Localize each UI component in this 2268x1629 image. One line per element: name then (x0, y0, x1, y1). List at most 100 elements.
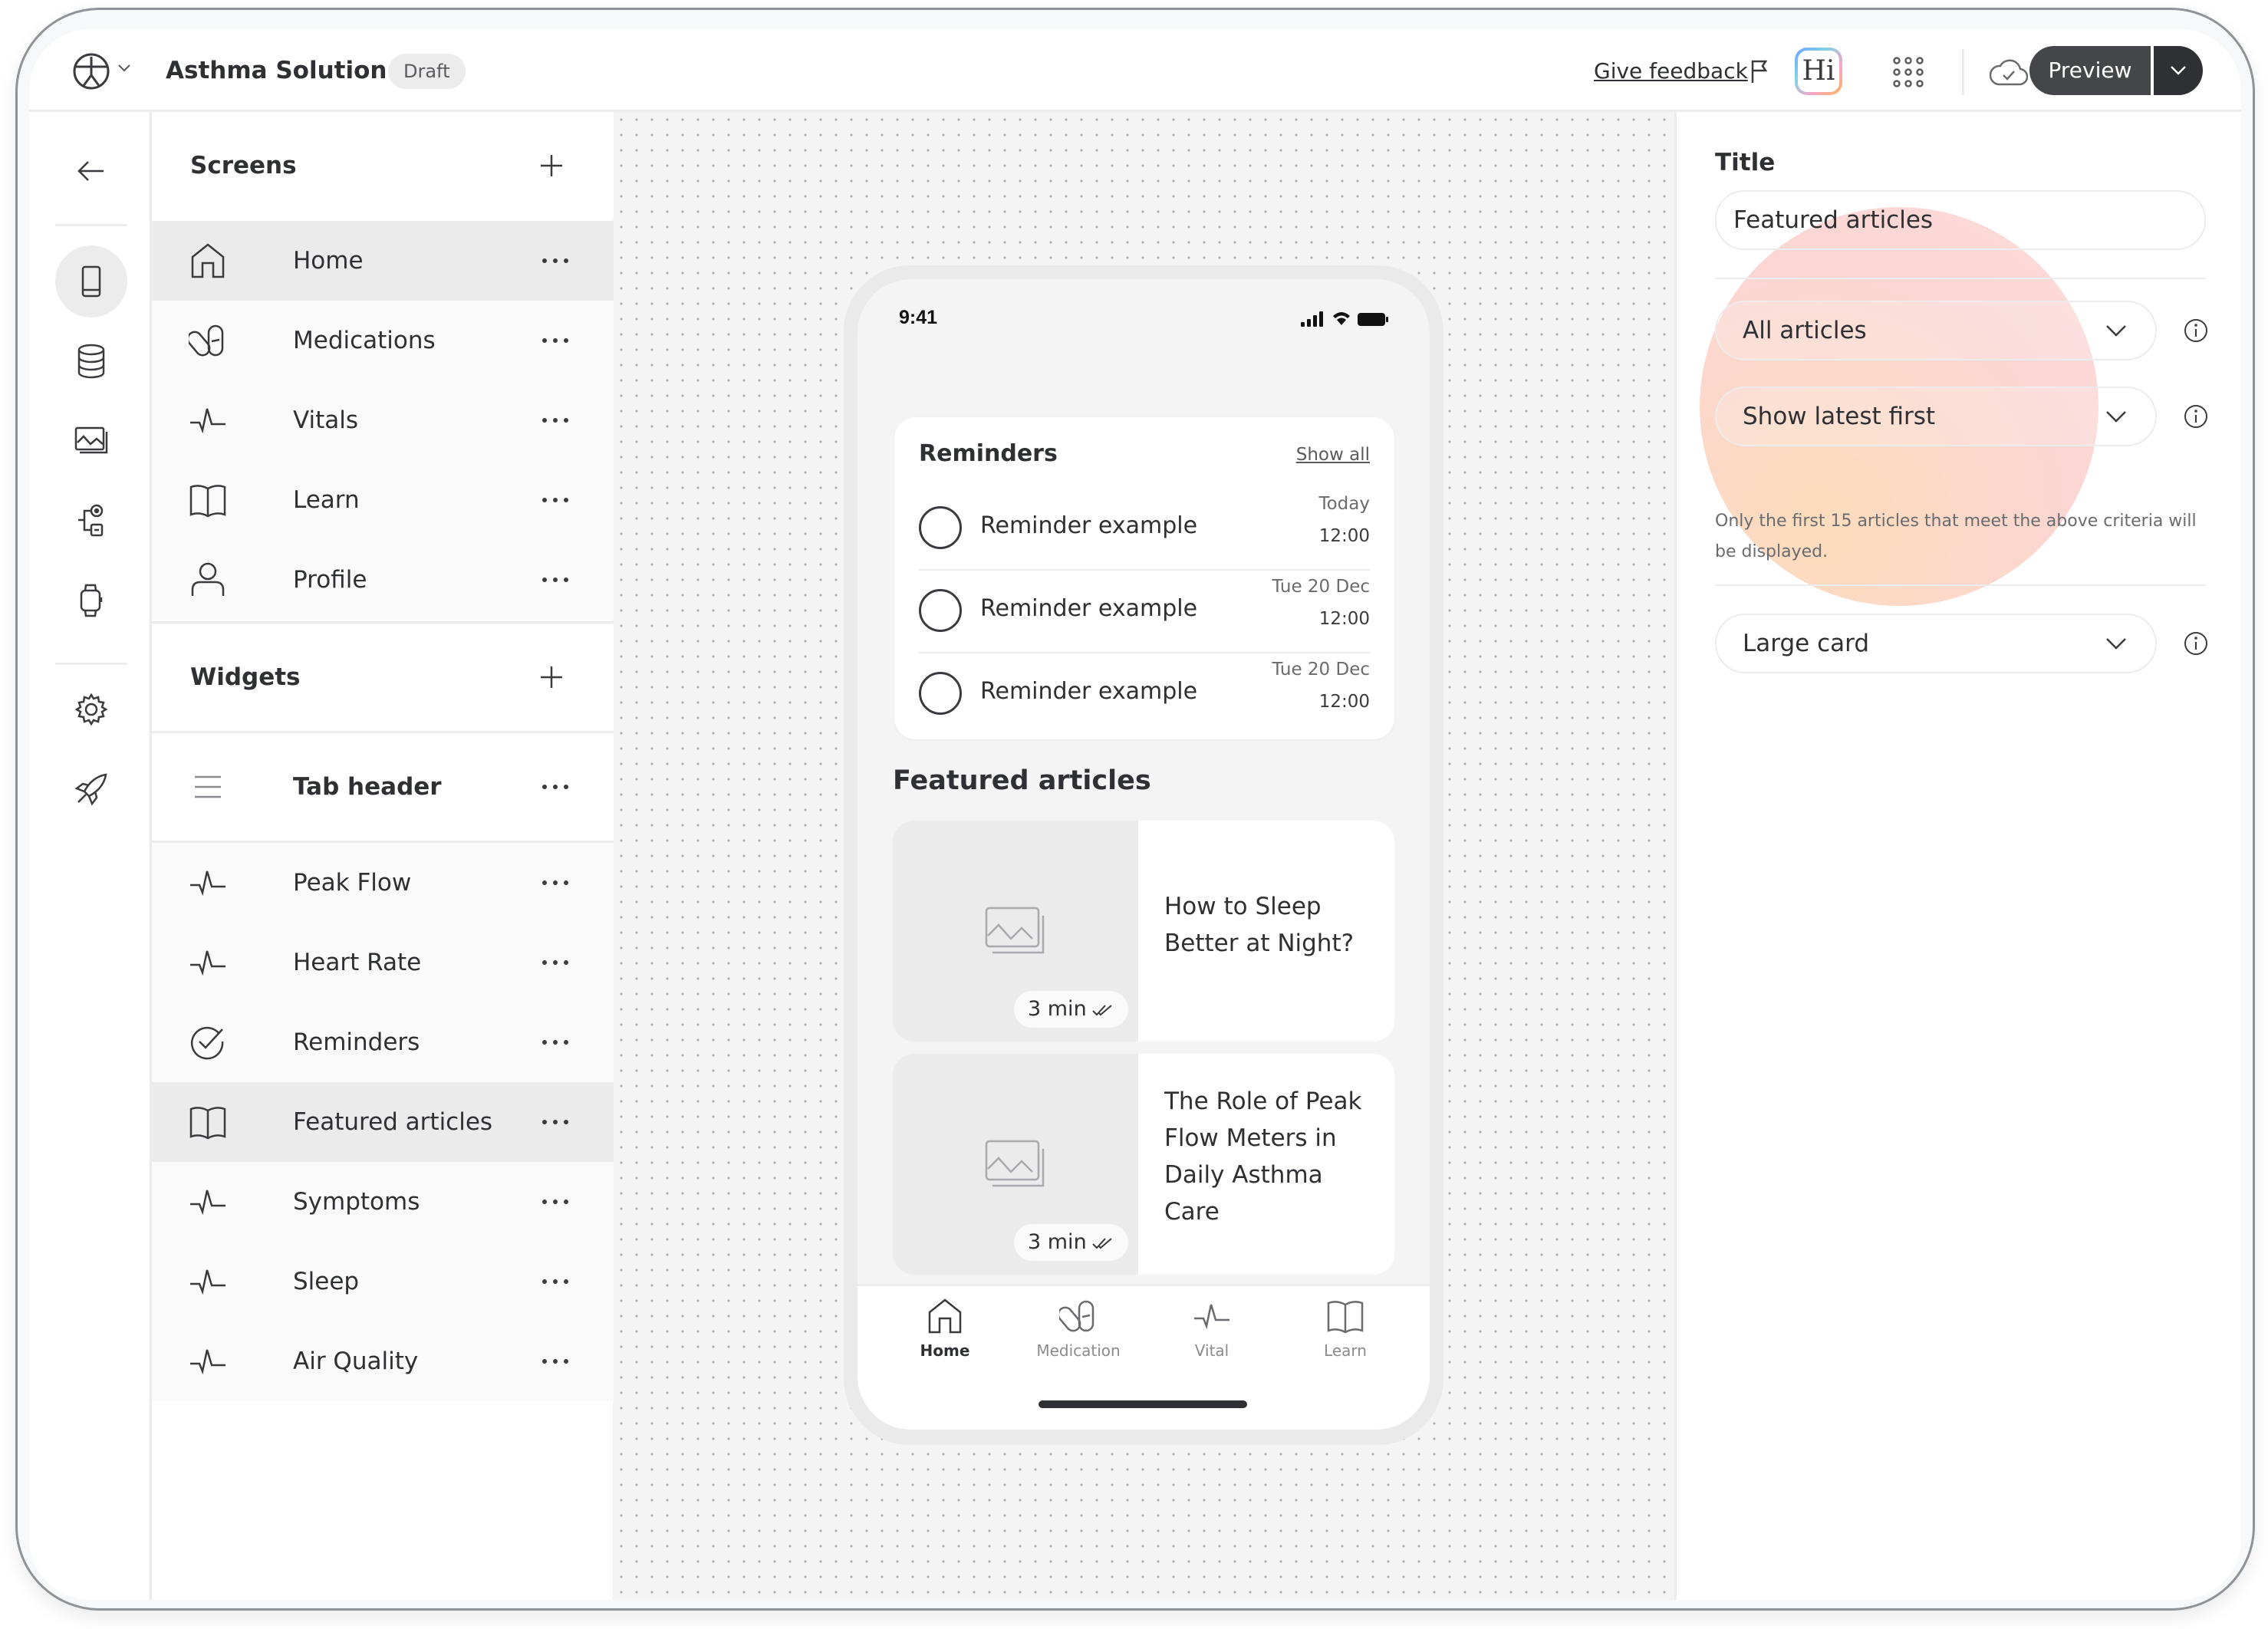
show-all-link[interactable]: Show all (1296, 445, 1370, 465)
rail-settings-button[interactable] (55, 673, 127, 745)
article-card[interactable]: 3 min How to Sleep Better at Night? (893, 821, 1394, 1042)
select-value: Show latest first (1743, 403, 1936, 430)
more-options-icon[interactable] (540, 1038, 571, 1047)
pulse-icon (190, 1349, 225, 1375)
phone-tab-vital[interactable]: Vital (1158, 1297, 1266, 1360)
top-header: Asthma Solution Draft Give feedback Hi P… (29, 29, 2241, 112)
rocket-icon (74, 773, 107, 806)
flag-icon[interactable] (1749, 58, 1770, 84)
widget-item-label: Symptoms (293, 1188, 420, 1216)
widget-item-label: Featured articles (293, 1108, 493, 1136)
widget-item-peak-flow[interactable]: Peak Flow (152, 843, 614, 923)
add-screen-button[interactable] (538, 153, 565, 179)
phone-screen-icon (81, 265, 101, 298)
screen-item-home[interactable]: Home (152, 221, 614, 301)
reminder-row[interactable]: Reminder example Today 12:00 (919, 485, 1370, 568)
screen-item-label: Learn (293, 486, 360, 514)
phone-tab-medication[interactable]: Medication (1025, 1297, 1132, 1360)
article-card[interactable]: 3 min The Role of Peak Flow Meters in Da… (893, 1054, 1394, 1275)
info-icon[interactable] (2183, 318, 2209, 344)
info-icon[interactable] (2183, 403, 2209, 429)
assistant-button[interactable]: Hi (1795, 48, 1842, 95)
book-icon (189, 485, 226, 518)
tab-label: Learn (1324, 1341, 1367, 1360)
rail-media-button[interactable] (55, 405, 127, 477)
rail-publish-button[interactable] (55, 753, 127, 825)
chevron-down-icon[interactable] (117, 63, 132, 74)
sort-order-select[interactable]: Show latest first (1715, 387, 2157, 446)
widget-item-label: Tab header (293, 773, 442, 801)
more-options-icon[interactable] (540, 416, 571, 425)
widget-item-reminders[interactable]: Reminders (152, 1002, 614, 1082)
widget-item-tab-header[interactable]: Tab header (152, 733, 614, 841)
preview-button[interactable]: Preview (2029, 46, 2151, 95)
reminder-row[interactable]: Reminder example Tue 20 Dec 12:00 (919, 650, 1370, 733)
more-options-icon[interactable] (540, 1197, 571, 1206)
read-time-label: 3 min (1028, 997, 1087, 1021)
more-options-icon[interactable] (540, 256, 571, 265)
more-options-icon[interactable] (540, 1357, 571, 1366)
rail-devices-button[interactable] (55, 564, 127, 637)
check-circle-icon (190, 1026, 224, 1060)
home-icon (928, 1298, 962, 1334)
more-options-icon[interactable] (540, 958, 571, 967)
rail-data-button[interactable] (55, 325, 127, 397)
reminders-widget[interactable]: Reminders Show all Reminder example Toda… (894, 417, 1394, 739)
more-options-icon[interactable] (540, 878, 571, 887)
widget-item-air-quality[interactable]: Air Quality (152, 1321, 614, 1401)
more-options-icon[interactable] (540, 575, 571, 584)
rail-screens-button[interactable] (55, 245, 127, 318)
chevron-down-icon (2106, 411, 2126, 423)
read-time-label: 3 min (1028, 1230, 1087, 1254)
give-feedback-link[interactable]: Give feedback (1594, 55, 1748, 87)
reminder-checkbox[interactable] (919, 672, 962, 715)
rail-flows-button[interactable] (55, 485, 127, 557)
more-options-icon[interactable] (540, 1117, 571, 1127)
widget-item-heart-rate[interactable]: Heart Rate (152, 923, 614, 1002)
screen-item-profile[interactable]: Profile (152, 540, 614, 620)
smartwatch-icon (80, 584, 103, 617)
status-badge: Draft (388, 54, 466, 89)
phone-tab-learn[interactable]: Learn (1292, 1297, 1399, 1360)
screen-item-vitals[interactable]: Vitals (152, 380, 614, 460)
add-widget-button[interactable] (538, 664, 565, 690)
arrow-left-icon (77, 161, 104, 181)
back-button[interactable] (55, 135, 127, 207)
media-gallery-icon (74, 426, 108, 454)
preview-options-button[interactable] (2154, 46, 2203, 95)
more-options-icon[interactable] (540, 336, 571, 345)
widget-item-sleep[interactable]: Sleep (152, 1242, 614, 1321)
pulse-icon (190, 1269, 225, 1295)
screen-item-medications[interactable]: Medications (152, 301, 614, 380)
chevron-down-icon (2171, 66, 2186, 75)
widget-item-symptoms[interactable]: Symptoms (152, 1162, 614, 1242)
assistant-badge-label: Hi (1798, 51, 1839, 92)
rail-divider (55, 224, 127, 226)
pills-icon (1059, 1300, 1094, 1332)
screen-item-label: Vitals (293, 406, 359, 434)
reminder-row[interactable]: Reminder example Tue 20 Dec 12:00 (919, 568, 1370, 650)
apps-grid-icon[interactable] (1891, 55, 1925, 89)
screen-item-learn[interactable]: Learn (152, 460, 614, 540)
chevron-down-icon (2106, 325, 2126, 337)
more-options-icon[interactable] (540, 782, 571, 791)
article-filter-select[interactable]: All articles (1715, 301, 2157, 360)
phone-screen: 9:41 Reminders Show all Reminder example… (857, 279, 1430, 1430)
reminder-checkbox[interactable] (919, 589, 962, 632)
title-input[interactable] (1715, 190, 2206, 250)
structure-panel: Screens Home Medications Vitals Learn Pr… (152, 112, 614, 1600)
reminder-checkbox[interactable] (919, 506, 962, 549)
cloud-saved-icon (1990, 59, 2028, 86)
select-value: All articles (1743, 317, 1867, 344)
widgets-section-header: Widgets (152, 624, 614, 731)
logo-icon[interactable] (72, 52, 110, 90)
widget-item-featured-articles[interactable]: Featured articles (152, 1082, 614, 1162)
more-options-icon[interactable] (540, 1277, 571, 1286)
phone-tab-home[interactable]: Home (891, 1297, 999, 1360)
card-layout-select[interactable]: Large card (1715, 614, 2157, 673)
pulse-icon (190, 408, 225, 434)
info-icon[interactable] (2183, 630, 2209, 657)
flow-icon (78, 504, 104, 537)
more-options-icon[interactable] (540, 495, 571, 505)
tab-label: Medication (1036, 1341, 1121, 1360)
